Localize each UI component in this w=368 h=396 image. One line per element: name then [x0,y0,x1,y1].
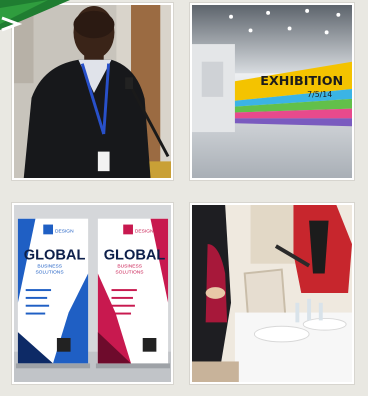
catering-table-photo-icon [192,205,352,382]
banner-subtitle-right-2: SOLUTIONS [115,269,144,275]
gallery-tile-catering[interactable] [190,203,354,384]
banner-subtitle-left-1: BUSINESS [37,264,62,270]
gallery-tile-exhibition[interactable]: EXHIBITION 7/5/14 [190,3,354,180]
image-gallery-page: EXHIBITION 7/5/14 DESIGN GLOBAL BUSINESS… [0,0,368,396]
brand-logo-icon [43,224,54,235]
banner-subtitle-right-1: BUSINESS [117,264,142,270]
banner-subtitle-left-2: SOLUTIONS [35,269,64,275]
banner-brand-left: DESIGN [55,228,74,234]
gallery-tile-banners[interactable]: DESIGN GLOBAL BUSINESS SOLUTIONS DESIGN … [12,203,173,384]
brand-logo-icon [123,224,133,235]
exhibition-hall-photo-icon: EXHIBITION 7/5/14 [192,5,352,178]
image-grid: EXHIBITION 7/5/14 DESIGN GLOBAL BUSINESS… [12,3,354,384]
exhibition-title: EXHIBITION [260,73,343,88]
banner-title-right: GLOBAL [104,248,166,264]
banner-brand-right: DESIGN [135,228,154,234]
exhibition-date: 7/5/14 [307,90,332,99]
rollup-banners-photo-icon: DESIGN GLOBAL BUSINESS SOLUTIONS DESIGN … [14,205,171,382]
corner-arrow-badge-icon [0,0,70,32]
banner-title-left: GLOBAL [24,248,86,264]
